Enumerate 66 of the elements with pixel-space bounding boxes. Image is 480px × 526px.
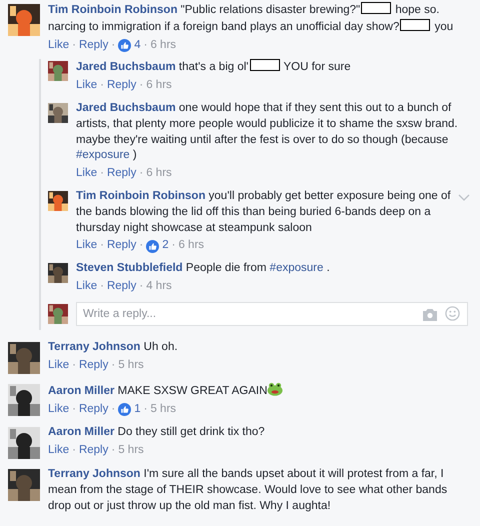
timestamp: 6 hrs (146, 78, 172, 94)
reply-link[interactable]: Reply (106, 78, 136, 94)
reply-link[interactable]: Reply (78, 38, 108, 54)
reply-link[interactable]: Reply (106, 166, 136, 182)
like-link[interactable]: Like (76, 166, 98, 182)
like-link[interactable]: Like (48, 402, 70, 418)
separator-dot: · (100, 278, 104, 294)
like-count: 1 (134, 402, 141, 417)
separator-dot: · (111, 38, 116, 53)
redaction-box (250, 59, 280, 72)
separator-dot: · (139, 238, 144, 254)
separator-dot: · (72, 443, 76, 458)
separator-dot: · (100, 238, 104, 254)
frog-icon (267, 382, 284, 396)
chevron-down-icon[interactable] (458, 194, 470, 202)
reply-link[interactable]: Reply (106, 278, 136, 295)
separator-dot: · (72, 38, 76, 53)
separator-dot: · (111, 402, 116, 417)
separator-dot: · (111, 358, 116, 373)
like-count: 4 (134, 38, 141, 53)
like-count: 2 (162, 238, 169, 254)
comment-text: Jared Buchsbaum one would hope that if they sent this out to a bunch of artists, that plenty more people would publicize it to shame the sxsw brand. maybe they're waiting until after the fest is over to do so though (because #exposure ) (76, 100, 459, 164)
separator-dot: · (100, 78, 104, 94)
timestamp: 6 hrs (150, 38, 176, 53)
comment-text: Tim Roinboin Robinson you'll probably get better exposure being one of the bands blowing the lid off this than being buried 6-bands deep on a thursday night showcase at steampunk saloon (76, 188, 452, 236)
reply-link[interactable]: Reply (78, 358, 108, 374)
separator-dot: · (139, 278, 144, 294)
separator-dot: · (139, 166, 144, 182)
separator-dot: · (72, 358, 76, 373)
timestamp: 6 hrs (178, 238, 204, 254)
hashtag-link[interactable]: #exposure (76, 149, 130, 162)
comment-text: Steven Stubblefield People die from #exposure . (76, 261, 331, 276)
comment-text: Terrany Johnson I'm sure all the bands upset about it will protest from a far, I mean from the stage of THEIR showcase. Would love to see what other bands drop out or just throw up the old man fist. Why I aughta! (48, 467, 448, 514)
separator-dot: · (111, 443, 116, 458)
like-link[interactable]: Like (76, 278, 98, 295)
like-link[interactable]: Like (48, 443, 70, 459)
smiley-icon[interactable] (445, 306, 460, 321)
like-link[interactable]: Like (48, 358, 70, 374)
comment-text: Aaron Miller MAKE SXSW GREAT AGAIN (48, 382, 472, 400)
thumbs-up-icon (118, 38, 132, 52)
timestamp: 6 hrs (146, 166, 172, 182)
reply-field[interactable]: Write a reply... (76, 302, 468, 326)
comment-text: Jared Buchsbaum that's a big ol' YOU for sure (76, 59, 352, 76)
timestamp: 5 hrs (150, 402, 176, 417)
comment-text: Terrany Johnson Uh oh. (48, 340, 179, 355)
thumbs-up-icon (146, 240, 160, 253)
comment-text: Aaron Miller Do they still get drink tix tho? (48, 425, 266, 440)
separator-dot: · (100, 166, 104, 182)
redaction-box (400, 18, 430, 31)
separator-dot: · (72, 402, 76, 417)
timestamp: 4 hrs (146, 278, 172, 294)
reply-link[interactable]: Reply (106, 238, 136, 254)
comment-text: Tim Roinboin Robinson "Public relations disaster brewing?" hope so. narcing to immigration if a foreign band plays an unofficial day show? you (48, 2, 454, 35)
like-link[interactable]: Like (76, 78, 98, 94)
separator-dot: · (172, 238, 176, 254)
separator-dot: · (139, 78, 144, 94)
separator-dot: · (144, 38, 148, 53)
separator-dot: · (144, 402, 148, 417)
thumbs-up-icon (118, 402, 132, 416)
reply-link[interactable]: Reply (78, 443, 108, 459)
hashtag-link[interactable]: #exposure (270, 262, 324, 274)
timestamp: 5 hrs (118, 443, 144, 458)
like-link[interactable]: Like (48, 38, 70, 54)
like-link[interactable]: Like (76, 238, 98, 254)
timestamp: 5 hrs (118, 358, 144, 373)
reply-link[interactable]: Reply (78, 402, 108, 418)
